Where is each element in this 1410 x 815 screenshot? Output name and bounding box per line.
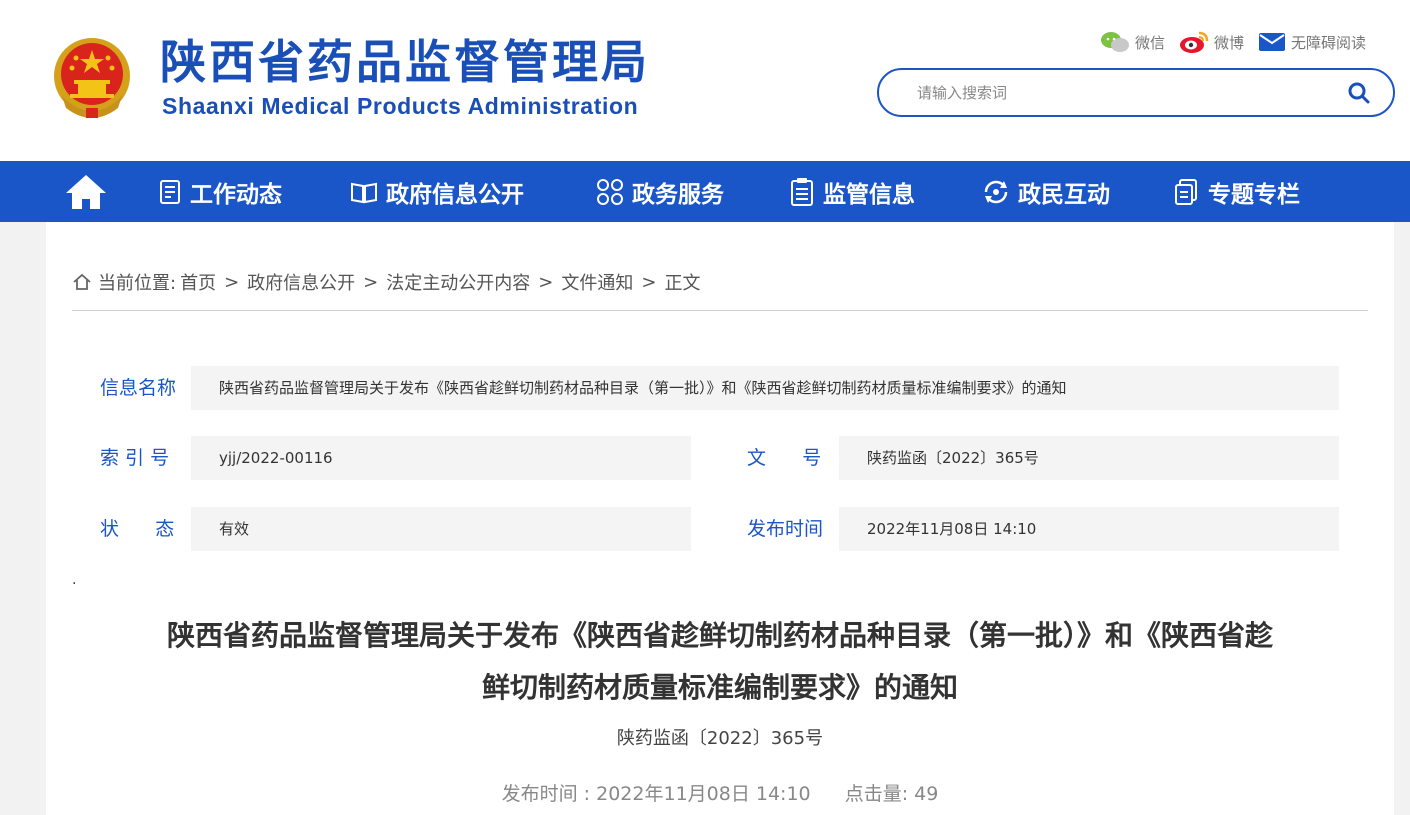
nav-item-work-news[interactable]: 工作动态 (158, 161, 282, 222)
mail-icon (1258, 33, 1285, 51)
nav-label: 监管信息 (823, 181, 915, 208)
info-name-label: 信息名称 (100, 377, 177, 399)
hits-label: 点击量: (844, 783, 909, 805)
nav-item-interaction[interactable]: 政民互动 (982, 161, 1110, 222)
wechat-link[interactable]: 微信 (1100, 31, 1165, 53)
accessibility-label: 无障碍阅读 (1290, 33, 1366, 52)
content-panel: 当前位置: 首页 > 政府信息公开 > 法定主动公开内容 > 文件通知 > 正文… (46, 222, 1394, 815)
nav-label: 政务服务 (632, 181, 724, 208)
accessibility-link[interactable]: 无障碍阅读 (1258, 32, 1366, 53)
article-title: 陕西省药品监督管理局关于发布《陕西省趁鲜切制药材品种目录（第一批）》和《陕西省趁… (92, 610, 1348, 714)
nav-item-special[interactable]: 专题专栏 (1174, 161, 1300, 222)
breadcrumb-separator: > (224, 271, 240, 293)
site-title-cn: 陕西省药品监督管理局 (160, 35, 650, 89)
wechat-icon (1100, 32, 1129, 52)
main-nav: 工作动态 政府信息公开 政务服务 监管信息 政民互动 专题专栏 (0, 161, 1410, 222)
breadcrumb-separator: > (363, 271, 379, 293)
breadcrumb-home[interactable]: 首页 (180, 269, 216, 295)
index-value: yjj/2022-00116 (191, 436, 691, 480)
document-list-icon (160, 179, 180, 204)
pub-time-value: 2022年11月08日 14:10 (839, 507, 1339, 551)
breadcrumb-file-notice[interactable]: 文件通知 (561, 269, 633, 295)
nav-label: 政府信息公开 (386, 181, 524, 208)
breadcrumb-current: 正文 (664, 273, 701, 294)
home-icon (66, 175, 106, 209)
weibo-link[interactable]: 微博 (1179, 30, 1244, 54)
article-doc-number: 陕药监函〔2022〕365号 (616, 728, 824, 749)
weibo-icon (1179, 31, 1209, 53)
article-title-line2: 鲜切制药材质量标准编制要求》的通知 (481, 671, 958, 704)
index-label: 索 引 号 (100, 447, 170, 469)
wechat-label: 微信 (1134, 33, 1165, 52)
info-name-value: 陕西省药品监督管理局关于发布《陕西省趁鲜切制药材品种目录（第一批）》和《陕西省趁… (191, 366, 1339, 410)
breadcrumb-prefix: 当前位置: (98, 273, 177, 294)
breadcrumb-gov-info[interactable]: 政府信息公开 (247, 269, 355, 295)
grid-circles-icon (597, 178, 623, 205)
nav-item-supervision[interactable]: 监管信息 (789, 161, 915, 222)
top-links: 微信 微博 无障碍阅读 (1100, 28, 1366, 56)
nav-home[interactable] (64, 173, 108, 215)
nav-item-gov-info[interactable]: 政府信息公开 (350, 161, 524, 222)
article-title-line1: 陕西省药品监督管理局关于发布《陕西省趁鲜切制药材品种目录（第一批）》和《陕西省趁 (166, 619, 1273, 652)
publish-info: 发布时间 : 2022年11月08日 14:10 点击量: 49 (46, 779, 1394, 806)
breadcrumb-divider (72, 310, 1368, 311)
nav-label: 政民互动 (1018, 181, 1110, 208)
nav-item-gov-services[interactable]: 政务服务 (596, 161, 724, 222)
doc-number-label: 文 号 (747, 447, 822, 469)
stray-dot: . (72, 572, 77, 588)
breadcrumb-separator: > (641, 271, 657, 293)
header: 陕西省药品监督管理局 Shaanxi Medical Products Admi… (0, 0, 1410, 161)
nav-label: 专题专栏 (1208, 181, 1300, 208)
clipboard-icon (791, 177, 813, 206)
pub-time-label: 发布时间 (747, 518, 824, 540)
nav-label: 工作动态 (190, 181, 282, 208)
home-outline-icon (73, 273, 91, 290)
search-icon (1348, 82, 1370, 104)
search-box (877, 68, 1395, 117)
national-emblem-icon[interactable] (52, 36, 132, 120)
folder-doc-icon (1175, 178, 1197, 205)
publish-time: 发布时间 : 2022年11月08日 14:10 (501, 783, 811, 805)
status-label: 状 态 (100, 518, 175, 540)
open-book-icon (351, 182, 377, 203)
status-value: 有效 (191, 507, 691, 551)
doc-number-value: 陕药监函〔2022〕365号 (839, 436, 1339, 480)
search-button[interactable] (1347, 81, 1371, 109)
hits-value: 49 (914, 783, 939, 805)
weibo-label: 微博 (1213, 33, 1244, 52)
breadcrumb: 当前位置: 首页 > 政府信息公开 > 法定主动公开内容 > 文件通知 > 正文 (72, 270, 700, 294)
search-input[interactable] (917, 80, 1337, 106)
interaction-icon (984, 180, 1008, 203)
breadcrumb-separator: > (538, 271, 554, 293)
breadcrumb-legal-content[interactable]: 法定主动公开内容 (386, 269, 530, 295)
site-title-en: Shaanxi Medical Products Administration (162, 93, 639, 119)
